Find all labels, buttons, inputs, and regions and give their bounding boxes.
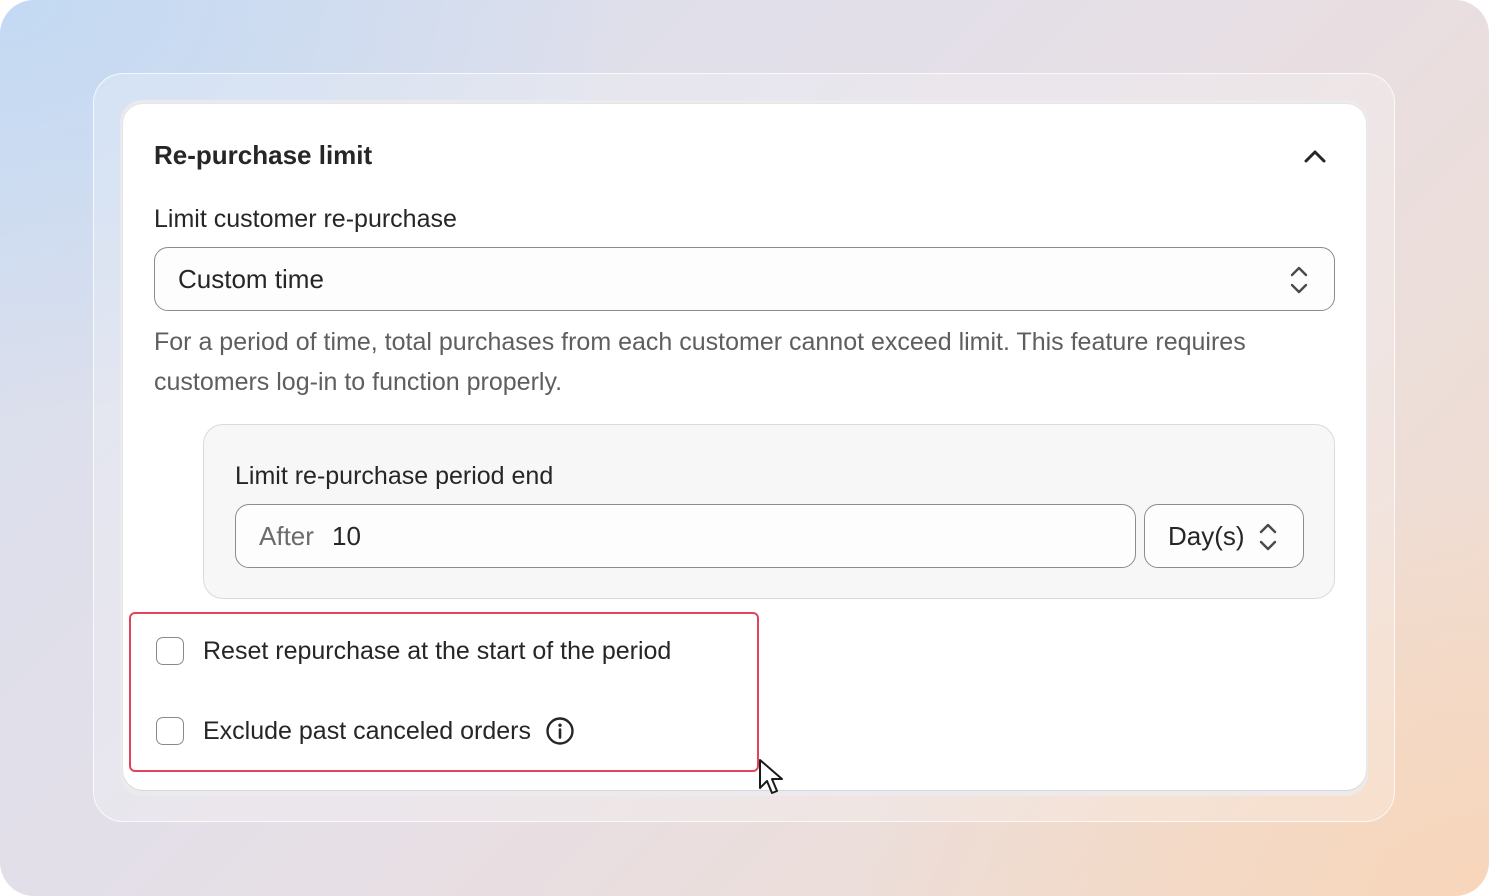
exclude-canceled-option[interactable]: Exclude past canceled orders xyxy=(156,715,575,747)
exclude-canceled-label: Exclude past canceled orders xyxy=(203,716,531,745)
limit-select-label: Limit customer re-purchase xyxy=(154,205,457,233)
select-updown-icon xyxy=(1290,266,1308,294)
card-title: Re-purchase limit xyxy=(154,140,373,170)
period-value: 10 xyxy=(332,521,361,551)
reset-repurchase-label: Reset repurchase at the start of the per… xyxy=(203,636,672,665)
period-label: Limit re-purchase period end xyxy=(235,462,554,490)
period-value-input[interactable]: After 10 xyxy=(235,504,1136,568)
collapse-button[interactable] xyxy=(1295,140,1335,172)
mouse-pointer-icon xyxy=(759,759,783,794)
select-updown-icon xyxy=(1259,523,1277,551)
reset-repurchase-checkbox[interactable] xyxy=(156,637,184,665)
info-circle-icon[interactable] xyxy=(545,716,575,746)
period-prefix: After xyxy=(259,521,314,551)
background: Re-purchase limit Limit customer re-purc… xyxy=(0,0,1489,896)
period-unit-value: Day(s) xyxy=(1168,521,1245,551)
repurchase-limit-card: Re-purchase limit Limit customer re-purc… xyxy=(123,104,1366,790)
limit-select-value: Custom time xyxy=(178,264,324,294)
limit-select[interactable]: Custom time xyxy=(154,247,1335,311)
period-unit-select[interactable]: Day(s) xyxy=(1144,504,1304,568)
period-panel: Limit re-purchase period end After 10 Da… xyxy=(203,424,1335,599)
limit-help-text: For a period of time, total purchases fr… xyxy=(154,328,1246,396)
exclude-canceled-checkbox[interactable] xyxy=(156,717,184,745)
reset-repurchase-option[interactable]: Reset repurchase at the start of the per… xyxy=(156,635,671,667)
chevron-up-icon xyxy=(1304,150,1326,163)
